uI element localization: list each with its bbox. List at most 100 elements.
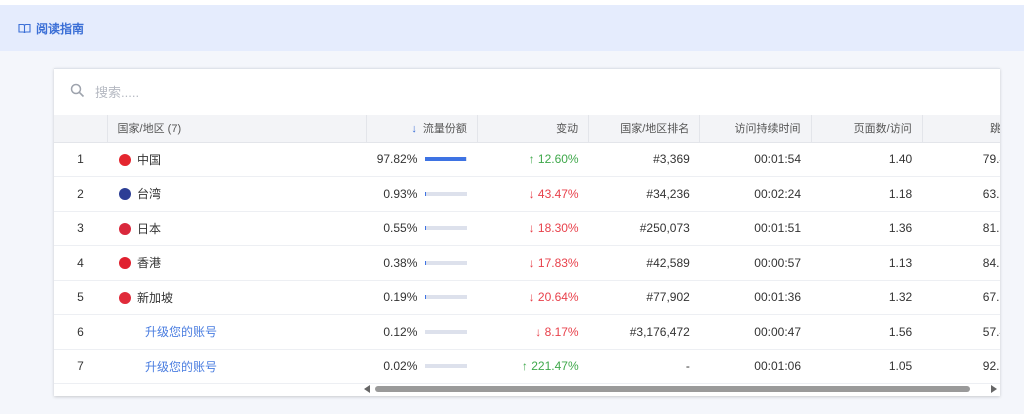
arrow-down-icon: ↓ (528, 221, 535, 236)
bounce-cell: 79.45% (922, 142, 1000, 177)
header-country[interactable]: 国家/地区 (7) (107, 115, 367, 143)
share-bar (425, 329, 468, 334)
country-cell: 香港 (107, 245, 367, 281)
country-cell: 升级您的账号 (107, 314, 367, 350)
header-duration-label: 访问持续时间 (734, 123, 801, 136)
bounce-cell: 57.45% (922, 314, 1000, 350)
scroll-left-icon[interactable] (364, 385, 370, 393)
change-value: 8.17% (544, 324, 579, 339)
header-duration[interactable]: 访问持续时间 (699, 115, 812, 143)
country-table: 国家/地区 (7) ↓ 流量份额 变动 国家/地区排名 访问持续时间 页面数/访问… (54, 115, 1000, 384)
scroll-right-icon[interactable] (991, 385, 997, 393)
pages-cell: 1.40 (811, 142, 923, 177)
table-row[interactable]: 1中国97.82%↑ 12.60%#3,36900:01:541.4079.45… (54, 142, 1000, 177)
table-row[interactable]: 3日本0.55%↓ 18.30%#250,07300:01:511.3681.6… (54, 211, 1000, 246)
duration-cell: 00:02:24 (699, 176, 812, 212)
header-change[interactable]: 变动 (477, 115, 590, 143)
share-cell: 0.55% (366, 211, 478, 246)
share-bar-fill (425, 157, 467, 162)
header-change-label: 变动 (556, 123, 579, 136)
header-pages[interactable]: 页面数/访问 (811, 115, 923, 143)
header-pages-label: 页面数/访问 (853, 123, 912, 136)
share-bar (425, 364, 468, 369)
flag-icon (119, 257, 132, 270)
scroll-thumb[interactable] (375, 386, 970, 392)
country-name[interactable]: 新加坡 (137, 291, 173, 305)
row-index: 2 (54, 176, 108, 212)
country-cell: 日本 (107, 211, 367, 246)
header-traffic-share[interactable]: ↓ 流量份额 (366, 115, 478, 143)
country-name[interactable]: 台湾 (137, 187, 161, 201)
change-cell: ↑ 12.60% (477, 142, 589, 177)
change-cell: ↓ 18.30% (477, 211, 589, 246)
country-cell: 台湾 (107, 176, 367, 212)
search-icon (70, 83, 95, 101)
search-bar (54, 69, 1000, 115)
change-cell: ↓ 17.83% (477, 245, 589, 281)
country-cell: 升级您的账号 (107, 349, 367, 384)
pages-cell: 1.05 (811, 349, 923, 384)
table-row[interactable]: 6 升级您的账号 0.12% ↓ 8.17% #3,176,472 00:00:47 1.5… (54, 314, 1000, 350)
share-value: 0.19% (383, 290, 418, 305)
rank-cell: #3,176,472 (588, 314, 700, 350)
upgrade-account-link[interactable]: 升级您的账号 (117, 360, 217, 374)
share-bar (425, 295, 468, 300)
change-value: 18.30% (537, 221, 579, 236)
share-cell: 0.12% (366, 314, 478, 350)
share-bar (425, 191, 468, 196)
change-value: 20.64% (537, 290, 579, 305)
flag-icon (119, 291, 132, 304)
pages-cell: 1.56 (811, 314, 923, 350)
table-row[interactable]: 5新加坡0.19%↓ 20.64%#77,90200:01:361.3267.2… (54, 280, 1000, 315)
header-index (54, 115, 108, 143)
horizontal-scrollbar[interactable] (359, 383, 1000, 395)
share-bar (425, 157, 468, 162)
share-value: 0.12% (383, 324, 418, 339)
country-traffic-card: 国家/地区 (7) ↓ 流量份额 变动 国家/地区排名 访问持续时间 页面数/访问… (54, 68, 1000, 396)
share-value: 0.02% (383, 359, 418, 374)
table-row[interactable]: 4香港0.38%↓ 17.83%#42,58900:00:571.1384.92… (54, 245, 1000, 281)
share-value: 0.55% (383, 221, 418, 236)
table-row[interactable]: 2台湾0.93%↓ 43.47%#34,23600:02:241.1863.77… (54, 176, 1000, 212)
sort-down-icon: ↓ (411, 123, 417, 136)
duration-cell: 00:01:54 (699, 142, 812, 177)
pages-cell: 1.13 (811, 245, 923, 281)
change-value: 12.60% (537, 152, 579, 167)
country-cell: 中国 (107, 142, 367, 177)
table-row[interactable]: 7 升级您的账号 0.02% ↑ 221.47%-00:01:061.0592.10% (54, 349, 1000, 384)
country-name[interactable]: 香港 (137, 256, 161, 270)
share-bar (425, 226, 468, 231)
bounce-cell: 67.29% (922, 280, 1000, 315)
header-country-label: 国家/地区 (7) (117, 123, 182, 136)
country-name[interactable]: 日本 (137, 222, 161, 236)
search-input[interactable] (95, 84, 395, 100)
row-index: 3 (54, 211, 108, 246)
reading-guide-label[interactable]: 阅读指南 (36, 20, 84, 37)
arrow-down-icon: ↓ (528, 255, 535, 270)
row-index: 5 (54, 280, 108, 315)
book-icon (18, 23, 31, 34)
change-value: 221.47% (531, 359, 579, 374)
header-bounce[interactable]: 跳出率 (922, 115, 1000, 143)
bounce-cell: 92.10% (922, 349, 1000, 384)
rank-cell: #3,369 (588, 142, 700, 177)
country-name[interactable]: 中国 (137, 153, 161, 167)
upgrade-account-link[interactable]: 升级您的账号 (117, 325, 217, 339)
change-cell: ↓ 8.17% (477, 314, 589, 350)
share-bar (425, 260, 468, 265)
bounce-cell: 84.92% (922, 245, 1000, 281)
share-cell: 0.93% (366, 176, 478, 212)
change-value: 43.47% (537, 186, 579, 201)
flag-icon (119, 153, 132, 166)
row-index: 1 (54, 142, 108, 177)
country-cell: 新加坡 (107, 280, 367, 315)
header-rank[interactable]: 国家/地区排名 (588, 115, 701, 143)
reading-guide-bar[interactable]: 阅读指南 (0, 5, 1024, 51)
header-bounce-label: 跳出率 (990, 123, 1000, 136)
rank-cell: #42,589 (588, 245, 700, 281)
bounce-cell: 81.68% (922, 211, 1000, 246)
duration-cell: 00:01:06 (699, 349, 812, 384)
change-cell: ↓ 20.64% (477, 280, 589, 315)
arrow-up-icon: ↑ (528, 152, 535, 167)
arrow-down-icon: ↓ (535, 324, 542, 339)
